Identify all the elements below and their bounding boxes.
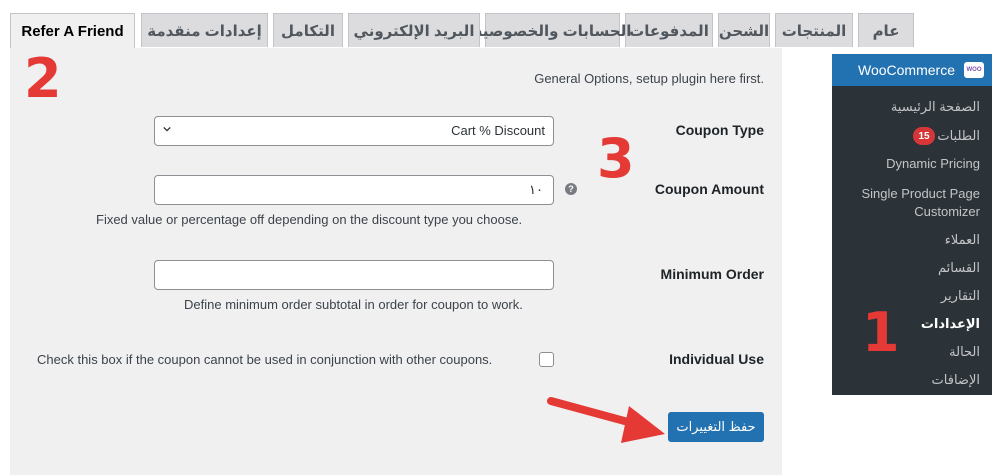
annotation-number-3: 3: [597, 127, 635, 190]
individual-use-checkbox-text: Check this box if the coupon cannot be u…: [37, 352, 493, 367]
coupon-amount-label: Coupon Amount: [654, 181, 764, 197]
orders-count-badge: 15: [913, 127, 935, 145]
tab-accounts-privacy[interactable]: الحسابات والخصوصية: [474, 13, 631, 47]
minimum-order-input[interactable]: [154, 260, 554, 290]
minimum-order-label: Minimum Order: [660, 266, 764, 282]
coupon-amount-input[interactable]: ١٠: [154, 175, 554, 205]
tab-products[interactable]: المنتجات: [775, 13, 853, 47]
tab-advanced[interactable]: إعدادات منقدمة: [141, 13, 268, 47]
sidebar-item-orders[interactable]: الطلبات: [937, 128, 980, 144]
general-options-description: General Options, setup plugin here first…: [534, 71, 764, 86]
individual-use-checkbox[interactable]: [539, 352, 554, 367]
settings-panel: 2 General Options, setup plugin here fir…: [10, 48, 782, 475]
tab-refer-a-friend[interactable]: Refer A Friend: [10, 13, 135, 49]
coupon-type-select[interactable]: Cart % Discount: [154, 116, 554, 146]
tab-email[interactable]: البريد الإلكتروني: [348, 13, 480, 47]
woocommerce-menu-header[interactable]: WooCommerce WOO: [832, 54, 992, 86]
sidebar-item-customizer[interactable]: Customizer: [914, 204, 980, 219]
coupon-amount-value: ١٠: [529, 182, 543, 197]
sidebar-item-settings[interactable]: الإعدادات: [921, 316, 980, 332]
admin-sidebar: WooCommerce WOO الصفحة الرئيسية الطلبات …: [832, 54, 992, 395]
annotation-number-1: 1: [862, 301, 900, 364]
coupon-amount-description: Fixed value or percentage off depending …: [96, 212, 523, 227]
coupon-type-label: Coupon Type: [675, 122, 764, 138]
tab-integration[interactable]: التكامل: [273, 13, 343, 47]
sidebar-item-reports[interactable]: التقارير: [941, 288, 980, 304]
annotation-arrow-icon: [547, 397, 665, 443]
chevron-down-icon: [163, 126, 171, 132]
sidebar-item-single-product-page[interactable]: Single Product Page: [861, 186, 980, 201]
individual-use-label: Individual Use: [669, 351, 764, 367]
sidebar-item-customers[interactable]: العملاء: [945, 232, 980, 248]
woocommerce-logo-icon: WOO: [964, 62, 984, 78]
tab-general[interactable]: عام: [858, 13, 914, 47]
save-changes-button[interactable]: حفظ التغييرات: [668, 412, 764, 442]
help-icon[interactable]: ?: [565, 183, 577, 195]
sidebar-item-status[interactable]: الحالة: [949, 344, 980, 360]
sidebar-item-home[interactable]: الصفحة الرئيسية: [891, 99, 980, 115]
woocommerce-menu-title: WooCommerce: [858, 62, 955, 78]
sidebar-item-dynamic-pricing[interactable]: Dynamic Pricing: [886, 156, 980, 171]
sidebar-item-coupons[interactable]: القسائم: [938, 260, 980, 276]
annotation-number-2: 2: [24, 47, 62, 110]
sidebar-item-extensions[interactable]: الإضافات: [932, 372, 980, 388]
tab-shipping[interactable]: الشحن: [718, 13, 770, 47]
tab-payments[interactable]: المدفوعات: [625, 13, 713, 47]
coupon-type-value: Cart % Discount: [451, 123, 545, 138]
minimum-order-description: Define minimum order subtotal in order f…: [184, 297, 523, 312]
